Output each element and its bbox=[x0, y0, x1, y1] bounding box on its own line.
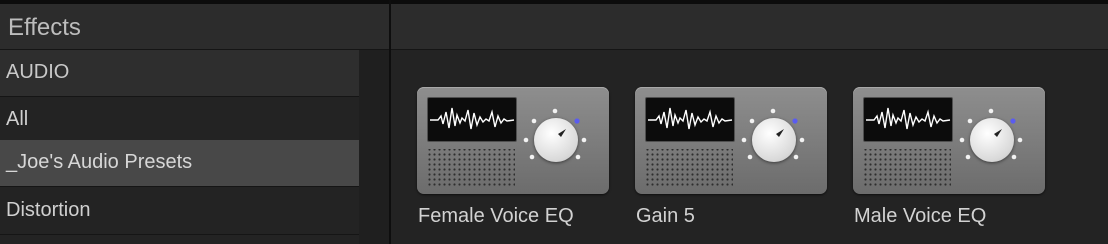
audio-effect-icon bbox=[635, 87, 827, 194]
knob-icon bbox=[752, 118, 796, 162]
speaker-grille-icon bbox=[645, 149, 733, 187]
waveform-icon bbox=[430, 107, 515, 130]
effect-item-female-voice-eq[interactable]: Female Voice EQ bbox=[417, 87, 609, 242]
audio-effect-icon bbox=[417, 87, 609, 194]
waveform-icon bbox=[866, 107, 951, 130]
speaker-grille-icon bbox=[427, 149, 515, 187]
effect-label: Male Voice EQ bbox=[854, 205, 987, 227]
knob-icon bbox=[534, 118, 578, 162]
sidebar-item-label: _Joe's Audio Presets bbox=[6, 151, 193, 173]
effect-label: Gain 5 bbox=[636, 205, 695, 227]
browser-header-bar bbox=[391, 4, 1108, 50]
sidebar-item-label: Distortion bbox=[6, 199, 91, 221]
sidebar-item-label: AUDIO bbox=[6, 61, 70, 83]
page-title: Effects bbox=[8, 14, 81, 41]
effects-header: Effects bbox=[0, 4, 389, 50]
knob-icon bbox=[970, 118, 1014, 162]
waveform-screen bbox=[863, 97, 953, 142]
sidebar-item-all[interactable]: All bbox=[0, 97, 359, 144]
effects-sidebar: AUDIO All _Joe's Audio Presets Distortio… bbox=[0, 50, 359, 244]
sidebar-scroll-gutter bbox=[359, 50, 389, 244]
waveform-icon bbox=[648, 107, 733, 130]
waveform-screen bbox=[427, 97, 517, 142]
waveform-screen bbox=[645, 97, 735, 142]
effect-label: Female Voice EQ bbox=[418, 205, 574, 227]
sidebar-item-label: All bbox=[6, 108, 29, 130]
effect-item-gain-5[interactable]: Gain 5 bbox=[635, 87, 827, 242]
speaker-grille-icon bbox=[863, 149, 951, 187]
sidebar-category-audio[interactable]: AUDIO bbox=[0, 50, 359, 97]
audio-effect-icon bbox=[853, 87, 1045, 194]
sidebar-item-joes-audio-presets[interactable]: _Joe's Audio Presets bbox=[0, 140, 359, 187]
sidebar-item-distortion[interactable]: Distortion bbox=[0, 188, 359, 235]
effect-item-male-voice-eq[interactable]: Male Voice EQ bbox=[853, 87, 1045, 242]
effects-browser: Female Voice EQ Gain 5 Male Voice EQ bbox=[391, 50, 1108, 244]
